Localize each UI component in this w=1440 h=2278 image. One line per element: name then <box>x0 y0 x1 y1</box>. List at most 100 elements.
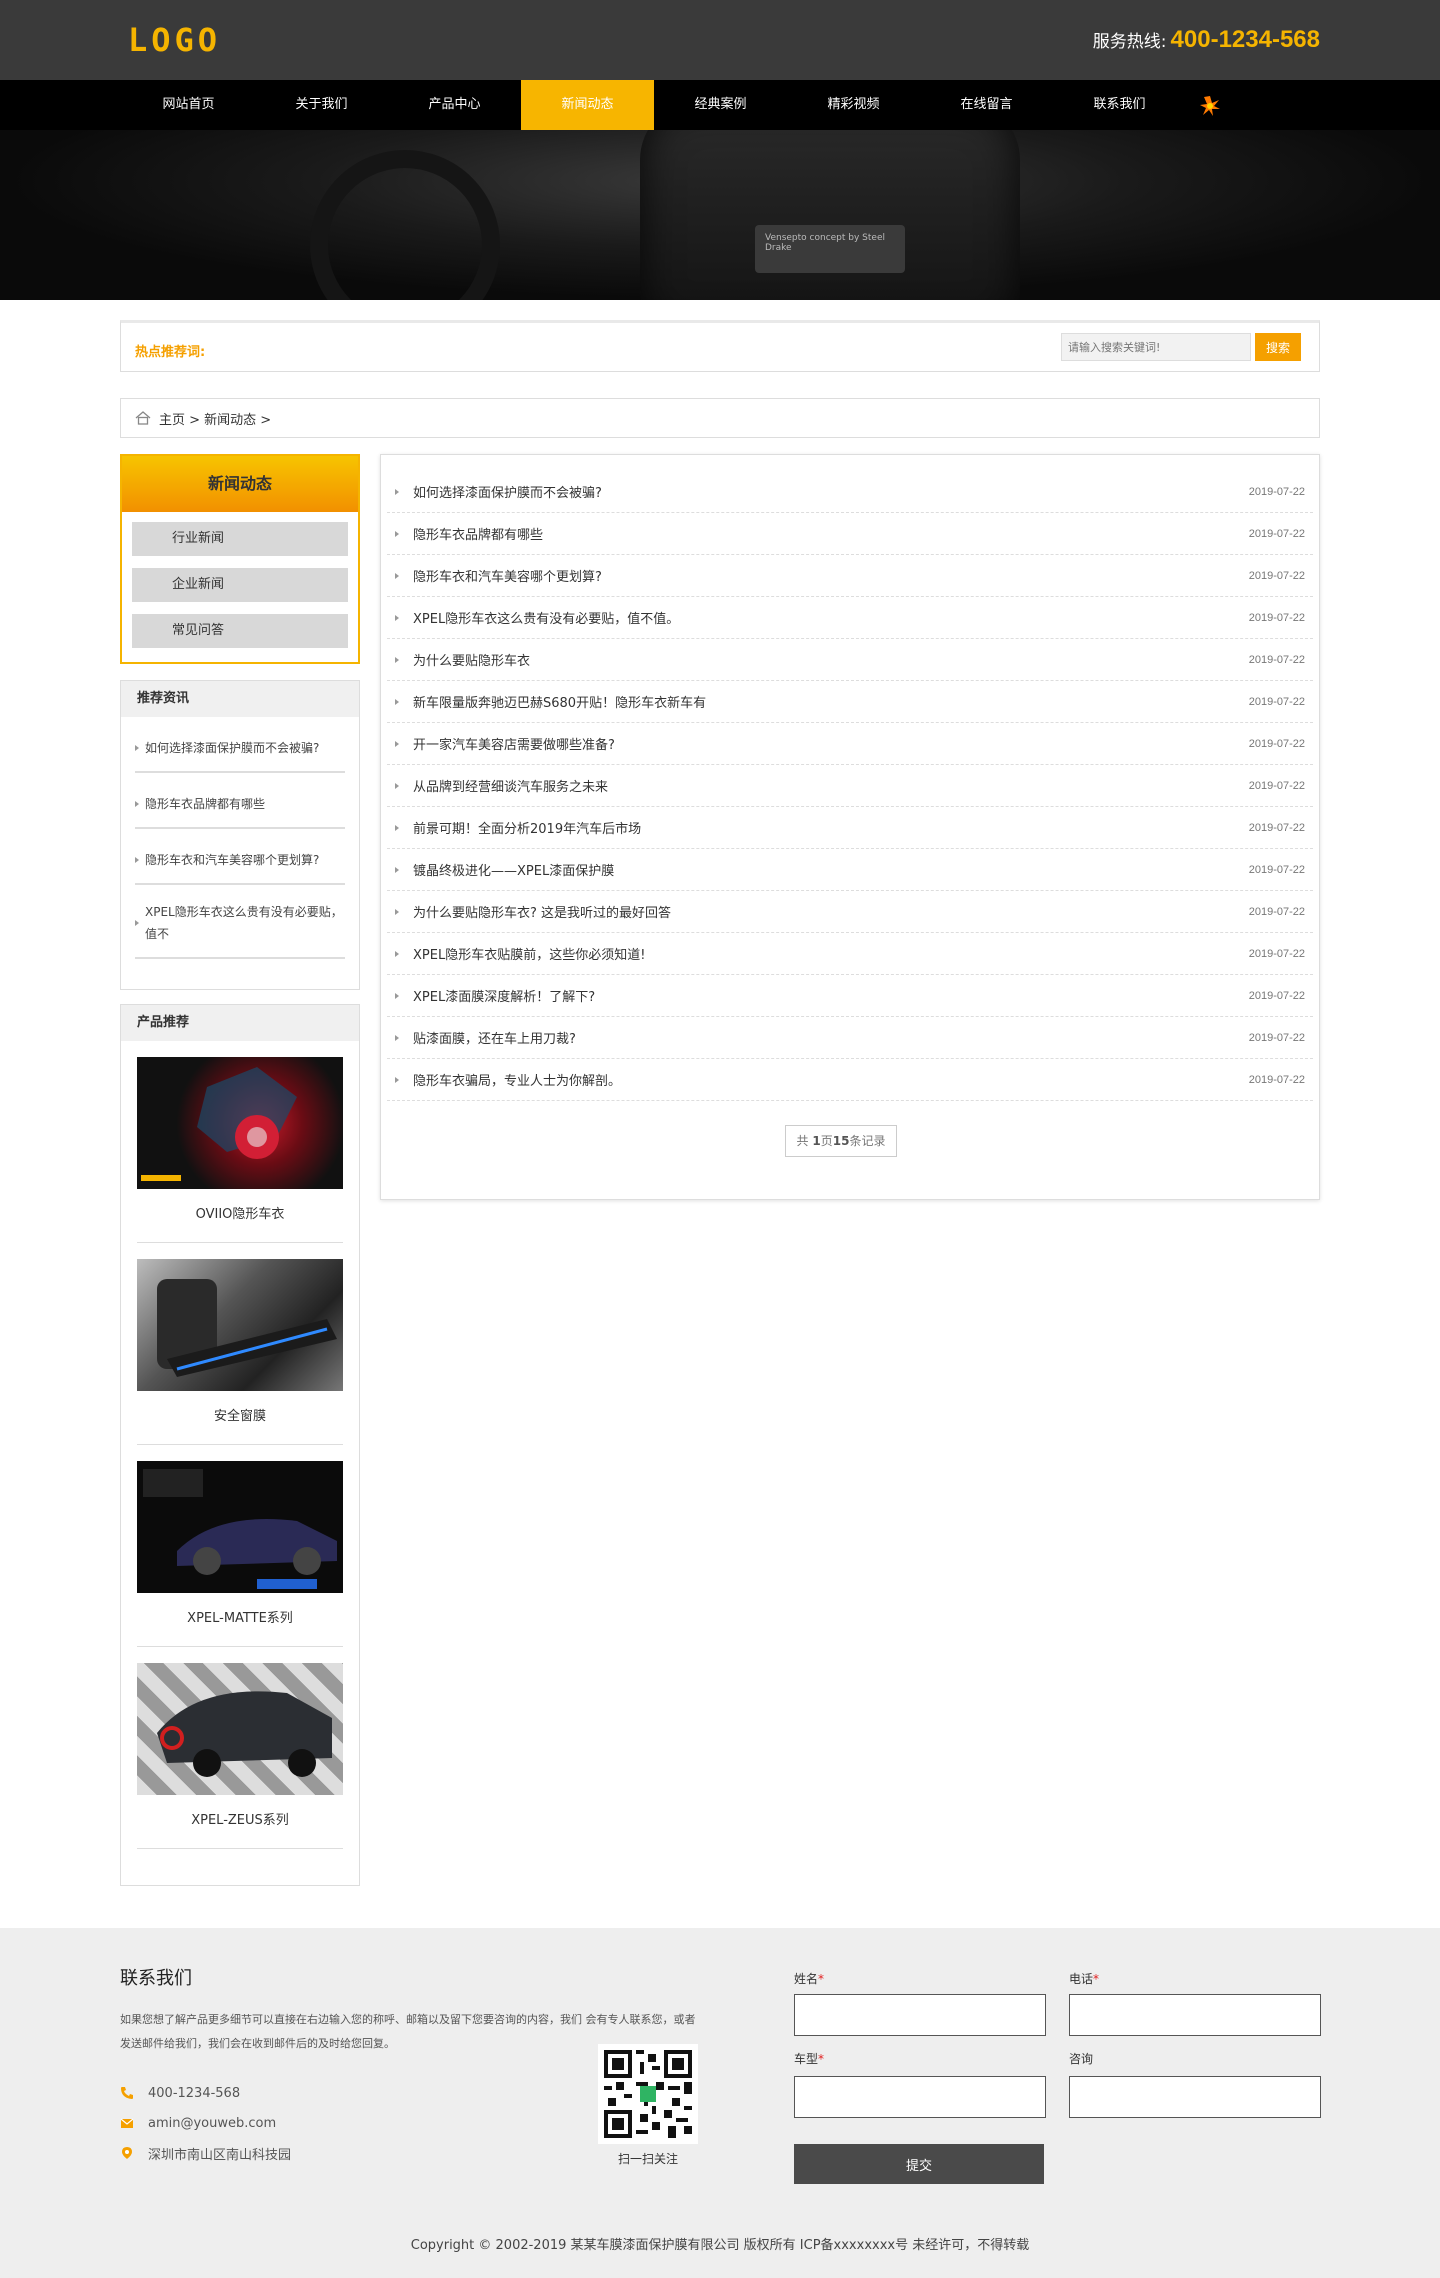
arrow-right-icon <box>395 740 399 747</box>
phone-field[interactable] <box>1069 1994 1321 2036</box>
news-title[interactable]: 开一家汽车美容店需要做哪些准备? <box>413 734 615 753</box>
news-list-item[interactable]: XPEL漆面膜深度解析！了解下? 2019-07-22 <box>387 975 1313 1017</box>
product-name[interactable]: XPEL-ZEUS系列 <box>137 1809 343 1828</box>
news-list-item[interactable]: 前景可期！全面分析2019年汽车后市场 2019-07-22 <box>387 807 1313 849</box>
nav-home[interactable]: 网站首页 <box>122 80 255 130</box>
news-list-item[interactable]: 隐形车衣和汽车美容哪个更划算? 2019-07-22 <box>387 555 1313 597</box>
news-date: 2019-07-22 <box>1248 1031 1305 1044</box>
news-title[interactable]: XPEL隐形车衣贴膜前，这些你必须知道! <box>413 944 645 963</box>
submit-button[interactable]: 提交 <box>794 2144 1044 2184</box>
nav-news[interactable]: 新闻动态 <box>521 80 654 130</box>
search-input[interactable] <box>1061 333 1251 361</box>
news-title[interactable]: 隐形车衣品牌都有哪些 <box>413 524 543 543</box>
recommend-item[interactable]: 隐形车衣和汽车美容哪个更划算? <box>135 829 345 885</box>
news-date: 2019-07-22 <box>1248 1073 1305 1086</box>
news-list-item[interactable]: 隐形车衣骗局，专业人士为你解剖。 2019-07-22 <box>387 1059 1313 1101</box>
product-item[interactable]: 安全窗膜 <box>137 1243 343 1445</box>
news-title[interactable]: 镀晶终极进化——XPEL漆面保护膜 <box>413 860 614 879</box>
category-company-news[interactable]: 企业新闻 <box>132 568 348 602</box>
arrow-right-icon <box>135 920 139 926</box>
site-logo[interactable]: LOGO <box>128 20 221 60</box>
news-list-item[interactable]: 隐形车衣品牌都有哪些 2019-07-22 <box>387 513 1313 555</box>
product-item[interactable]: XPEL-MATTE系列 <box>137 1445 343 1647</box>
home-icon[interactable] <box>135 411 151 425</box>
car-model-field[interactable] <box>794 2076 1046 2118</box>
arrow-right-icon <box>395 572 399 579</box>
product-name[interactable]: 安全窗膜 <box>137 1405 343 1424</box>
banner-plate-text: Vensepto concept by Steel Drake <box>765 233 885 253</box>
news-list-item[interactable]: 为什么要贴隐形车衣 2019-07-22 <box>387 639 1313 681</box>
arrow-right-icon <box>395 782 399 789</box>
news-date: 2019-07-22 <box>1248 527 1305 540</box>
copyright: Copyright © 2002-2019 某某车膜漆面保护膜有限公司 版权所有… <box>410 2238 1030 2253</box>
news-title[interactable]: 从品牌到经营细谈汽车服务之未来 <box>413 776 608 795</box>
arrow-right-icon <box>395 950 399 957</box>
news-title[interactable]: 新车限量版奔驰迈巴赫S680开贴！隐形车衣新车有 <box>413 692 706 711</box>
news-list-item[interactable]: XPEL隐形车衣贴膜前，这些你必须知道! 2019-07-22 <box>387 933 1313 975</box>
product-image[interactable] <box>137 1663 343 1795</box>
nav-cases[interactable]: 经典案例 <box>654 80 787 130</box>
nav-contact[interactable]: 联系我们 <box>1053 80 1186 130</box>
news-date: 2019-07-22 <box>1248 611 1305 624</box>
product-name[interactable]: OVIIO隐形车衣 <box>137 1203 343 1222</box>
recommend-panel: 推荐资讯 如何选择漆面保护膜而不会被骗? 隐形车衣品牌都有哪些 隐形车衣和汽车美… <box>120 680 360 990</box>
news-title[interactable]: 如何选择漆面保护膜而不会被骗? <box>413 482 602 501</box>
news-list-item[interactable]: 镀晶终极进化——XPEL漆面保护膜 2019-07-22 <box>387 849 1313 891</box>
news-category-box: 新闻动态 行业新闻 企业新闻 常见问答 <box>120 454 360 664</box>
banner-plate: Vensepto concept by Steel Drake <box>755 225 905 273</box>
news-date: 2019-07-22 <box>1248 737 1305 750</box>
news-date: 2019-07-22 <box>1248 569 1305 582</box>
banner-wheel-shape <box>310 150 500 300</box>
news-title[interactable]: 隐形车衣和汽车美容哪个更划算? <box>413 566 602 585</box>
arrow-right-icon <box>395 908 399 915</box>
news-date: 2019-07-22 <box>1248 653 1305 666</box>
breadcrumb: 主页 > 新闻动态 > <box>120 398 1320 438</box>
recommend-item[interactable]: 隐形车衣品牌都有哪些 <box>135 773 345 829</box>
contact-email: amin@youweb.com <box>120 2108 291 2138</box>
product-image[interactable] <box>137 1057 343 1189</box>
nav-products[interactable]: 产品中心 <box>388 80 521 130</box>
contact-title: 联系我们 <box>120 1968 192 1989</box>
phone-icon <box>121 2087 133 2099</box>
nav-message[interactable]: 在线留言 <box>920 80 1053 130</box>
product-image[interactable] <box>137 1259 343 1391</box>
logo-text: LOGO <box>128 21 222 59</box>
product-item[interactable]: XPEL-ZEUS系列 <box>137 1647 343 1849</box>
search-bar: 热点推荐词: 搜索 <box>120 320 1320 372</box>
news-date: 2019-07-22 <box>1248 485 1305 498</box>
consult-field[interactable] <box>1069 2076 1321 2118</box>
news-list-item[interactable]: 新车限量版奔驰迈巴赫S680开贴！隐形车衣新车有 2019-07-22 <box>387 681 1313 723</box>
news-list-item[interactable]: 贴漆面膜，还在车上用刀裁? 2019-07-22 <box>387 1017 1313 1059</box>
product-name[interactable]: XPEL-MATTE系列 <box>137 1607 343 1626</box>
news-list-item[interactable]: XPEL隐形车衣这么贵有没有必要贴，值不值。 2019-07-22 <box>387 597 1313 639</box>
news-date: 2019-07-22 <box>1248 989 1305 1002</box>
news-title[interactable]: 贴漆面膜，还在车上用刀裁? <box>413 1028 576 1047</box>
news-title[interactable]: XPEL漆面膜深度解析！了解下? <box>413 986 595 1005</box>
news-title[interactable]: 隐形车衣骗局，专业人士为你解剖。 <box>413 1070 621 1089</box>
arrow-right-icon <box>135 745 139 751</box>
name-label: 姓名* <box>794 1972 825 1986</box>
nav-about[interactable]: 关于我们 <box>255 80 388 130</box>
breadcrumb-text[interactable]: 主页 > 新闻动态 > <box>159 409 271 428</box>
product-image[interactable] <box>137 1461 343 1593</box>
news-list-item[interactable]: 开一家汽车美容店需要做哪些准备? 2019-07-22 <box>387 723 1313 765</box>
banner-image: Vensepto concept by Steel Drake <box>0 130 1440 300</box>
news-title[interactable]: 为什么要贴隐形车衣? 这是我听过的最好回答 <box>413 902 671 921</box>
news-title[interactable]: XPEL隐形车衣这么贵有没有必要贴，值不值。 <box>413 608 679 627</box>
arrow-right-icon <box>395 488 399 495</box>
recommend-item[interactable]: 如何选择漆面保护膜而不会被骗? <box>135 717 345 773</box>
news-title[interactable]: 前景可期！全面分析2019年汽车后市场 <box>413 818 641 837</box>
category-industry-news[interactable]: 行业新闻 <box>132 522 348 556</box>
news-date: 2019-07-22 <box>1248 905 1305 918</box>
category-faq[interactable]: 常见问答 <box>132 614 348 648</box>
news-list-item[interactable]: 为什么要贴隐形车衣? 这是我听过的最好回答 2019-07-22 <box>387 891 1313 933</box>
news-title[interactable]: 为什么要贴隐形车衣 <box>413 650 530 669</box>
contact-phone: 400-1234-568 <box>120 2078 291 2108</box>
name-field[interactable] <box>794 1994 1046 2036</box>
search-button[interactable]: 搜索 <box>1255 333 1301 361</box>
nav-videos[interactable]: 精彩视频 <box>787 80 920 130</box>
product-item[interactable]: OVIIO隐形车衣 <box>137 1041 343 1243</box>
recommend-item[interactable]: XPEL隐形车衣这么贵有没有必要贴，值不 <box>135 885 345 959</box>
news-list-item[interactable]: 从品牌到经营细谈汽车服务之未来 2019-07-22 <box>387 765 1313 807</box>
news-list-item[interactable]: 如何选择漆面保护膜而不会被骗? 2019-07-22 <box>387 471 1313 513</box>
